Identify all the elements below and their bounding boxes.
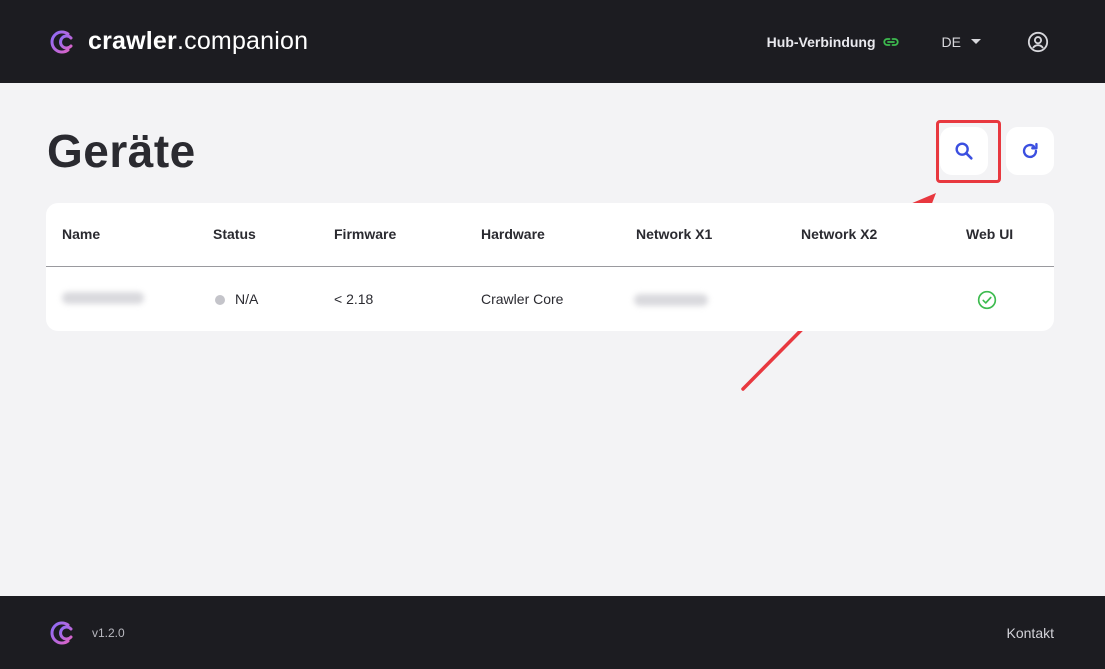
brand[interactable]: crawler.companion bbox=[46, 26, 308, 58]
column-header-firmware[interactable]: Firmware bbox=[334, 226, 396, 242]
check-circle-icon[interactable] bbox=[977, 290, 997, 310]
user-circle-icon bbox=[1027, 31, 1049, 52]
refresh-icon bbox=[1022, 142, 1038, 159]
link-icon bbox=[882, 37, 899, 46]
language-value: DE bbox=[941, 33, 961, 50]
column-header-status[interactable]: Status bbox=[213, 226, 256, 242]
crawler-logo-icon bbox=[50, 621, 73, 644]
refresh-button[interactable] bbox=[1006, 127, 1054, 175]
network-x1-redacted bbox=[634, 294, 708, 306]
column-header-hardware[interactable]: Hardware bbox=[481, 226, 545, 242]
table-header: Name Status Firmware Hardware Network X1… bbox=[46, 203, 1054, 267]
brand-name: crawler.companion bbox=[88, 27, 309, 55]
devices-table: Name Status Firmware Hardware Network X1… bbox=[46, 203, 1054, 331]
user-account-button[interactable] bbox=[1027, 31, 1049, 53]
contact-link[interactable]: Kontakt bbox=[1007, 625, 1054, 641]
footer: v1.2.0 Kontakt bbox=[0, 596, 1105, 669]
column-header-network-x2[interactable]: Network X2 bbox=[801, 226, 877, 242]
crawler-logo-icon bbox=[50, 30, 73, 53]
device-hardware: Crawler Core bbox=[481, 291, 564, 307]
caret-down-icon bbox=[971, 39, 981, 44]
search-icon bbox=[955, 142, 973, 160]
device-status: N/A bbox=[235, 291, 259, 307]
top-bar: crawler.companion Hub-Verbindung DE bbox=[0, 0, 1105, 83]
language-select[interactable]: DE bbox=[942, 34, 981, 50]
page-title: Geräte bbox=[47, 125, 196, 177]
column-header-web-ui[interactable]: Web UI bbox=[966, 226, 1013, 242]
annotation-arrow bbox=[741, 193, 936, 391]
device-firmware: < 2.18 bbox=[334, 291, 374, 307]
app-version: v1.2.0 bbox=[92, 625, 125, 640]
hub-connection[interactable]: Hub-Verbindung bbox=[767, 33, 900, 51]
column-header-name[interactable]: Name bbox=[62, 226, 100, 242]
hub-connection-label: Hub-Verbindung bbox=[766, 33, 876, 50]
column-header-network-x1[interactable]: Network X1 bbox=[636, 226, 712, 242]
status-dot-icon bbox=[215, 295, 225, 305]
search-button[interactable] bbox=[940, 127, 988, 175]
device-name-redacted[interactable] bbox=[62, 292, 144, 304]
